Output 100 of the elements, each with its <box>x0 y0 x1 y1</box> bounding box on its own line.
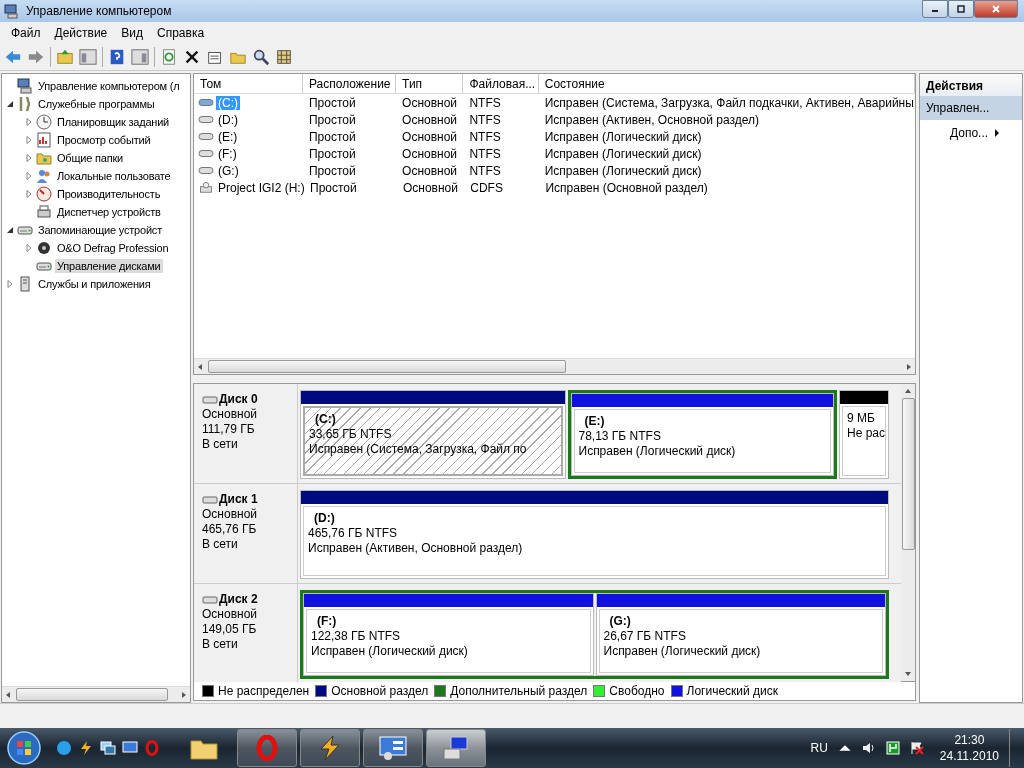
ring-icon[interactable] <box>144 740 160 756</box>
partition-status: Исправен (Логический диск) <box>603 644 761 659</box>
windows-icon[interactable] <box>100 740 116 756</box>
back-icon[interactable] <box>4 48 22 66</box>
table-cell[interactable]: (F:) <box>216 146 239 161</box>
legend-label: Не распределен <box>218 684 310 698</box>
partition-block[interactable]: (E:) 78,13 ГБ NTFS Исправен (Логический диск) <box>570 393 834 476</box>
column-header[interactable]: Файловая... <box>463 74 539 93</box>
table-cell-text: Простой <box>307 163 357 178</box>
table-cell[interactable]: Project IGI2 (H:) <box>216 180 307 195</box>
arrow-up-icon[interactable] <box>904 387 912 395</box>
collapsed-arrow-icon[interactable] <box>25 136 33 144</box>
column-header[interactable]: Тип <box>396 74 464 93</box>
action-link[interactable]: Допо... <box>950 126 989 140</box>
grid-icon[interactable] <box>275 48 293 66</box>
start-button[interactable] <box>6 730 42 766</box>
tree-item[interactable]: Диспетчер устройств <box>55 205 163 219</box>
partition-label: (F:) <box>317 614 337 629</box>
close-button[interactable] <box>974 0 1018 18</box>
taskbar-button[interactable] <box>300 729 360 767</box>
collapsed-arrow-icon[interactable] <box>25 172 33 180</box>
gauge-icon <box>36 186 52 202</box>
collapsed-arrow-icon[interactable] <box>25 154 33 162</box>
partition-block[interactable]: (F:) 122,38 ГБ NTFS Исправен (Логический диск) <box>303 593 594 676</box>
actions-section-header[interactable]: Управлен... <box>920 96 1022 120</box>
collapsed-arrow-icon[interactable] <box>25 190 33 198</box>
table-cell-text: Основной <box>401 180 459 195</box>
arrow-left-icon[interactable] <box>196 362 204 371</box>
arrow-right-icon <box>994 128 1001 138</box>
partition-status: Исправен (Активен, Основной раздел) <box>308 541 523 556</box>
table-cell[interactable]: (E:) <box>216 129 240 144</box>
desktop-icon[interactable] <box>122 740 138 756</box>
tree-item[interactable]: Общие папки <box>55 151 125 165</box>
delete-icon[interactable] <box>183 48 201 66</box>
clock-time[interactable]: 21:30 <box>954 732 985 748</box>
help-icon[interactable] <box>108 48 126 66</box>
horizontal-scrollbar[interactable] <box>2 686 190 702</box>
column-header[interactable]: Расположение <box>302 74 397 93</box>
table-cell-text: Основной <box>401 146 459 161</box>
tree-item[interactable]: Просмотр событий <box>55 133 153 147</box>
tree-item[interactable]: Служебные программы <box>36 97 157 111</box>
tree-item[interactable]: Запоминающие устройст <box>36 223 164 237</box>
maximize-button[interactable] <box>948 0 974 18</box>
clock-date[interactable]: 24.11.2010 <box>939 748 999 764</box>
collapsed-arrow-icon[interactable] <box>25 118 33 126</box>
table-cell[interactable]: (D:) <box>216 112 240 127</box>
arrow-down-icon[interactable] <box>904 670 912 678</box>
printer-icon <box>36 204 52 220</box>
flag-icon[interactable] <box>909 741 924 755</box>
cd-drive-icon <box>198 182 214 193</box>
panel-icon[interactable] <box>79 48 97 66</box>
folder-up-icon[interactable] <box>56 48 74 66</box>
arrow-right-icon[interactable] <box>905 362 913 371</box>
forward-icon[interactable] <box>27 48 45 66</box>
table-cell-text: Исправен (Логический диск) <box>543 129 703 144</box>
table-cell-text: CDFS <box>469 180 504 195</box>
tree-item[interactable]: O&O Defrag Profession <box>55 241 171 255</box>
disk-status: В сети <box>202 637 238 652</box>
menu-item[interactable]: Справка <box>150 26 212 40</box>
lightning-icon[interactable] <box>78 740 94 756</box>
table-cell-text: Простой <box>307 129 357 144</box>
tree-item[interactable]: Локальные пользовате <box>55 169 173 183</box>
horizontal-scrollbar[interactable] <box>194 358 915 374</box>
menu-item[interactable]: Вид <box>114 26 150 40</box>
menu-item[interactable]: Файл <box>4 26 48 40</box>
disk-info-panel[interactable]: Диск 1 Основной 465,76 ГБ В сети <box>194 484 298 583</box>
disk-info-panel[interactable]: Диск 0 Основной 111,79 ГБ В сети <box>194 384 298 483</box>
language-indicator[interactable]: RU <box>810 741 828 755</box>
partition-block[interactable]: (C:) 33,65 ГБ NTFS Исправен (Система, Загрузка, Файл по <box>300 390 566 479</box>
tray-app-icon[interactable] <box>885 741 900 755</box>
table-cell-text: Основной <box>401 112 459 127</box>
vertical-scrollbar[interactable] <box>901 384 915 681</box>
column-header[interactable]: Том <box>194 74 303 93</box>
taskbar-button[interactable] <box>363 729 423 767</box>
partition-block[interactable]: (G:) 26,67 ГБ NTFS Исправен (Логический диск) <box>595 593 886 676</box>
menu-item[interactable]: Действие <box>47 26 115 40</box>
refresh-icon[interactable] <box>160 48 178 66</box>
tree-item[interactable]: Планировщик заданий <box>55 115 172 129</box>
speaker-icon[interactable] <box>861 741 876 755</box>
column-header[interactable]: Состояние <box>538 74 915 93</box>
legend-label: Дополнительный раздел <box>450 684 588 698</box>
panel-icon[interactable] <box>131 48 149 66</box>
arrow-left-icon[interactable] <box>4 690 12 699</box>
table-cell[interactable]: (G:) <box>216 163 241 178</box>
expanded-arrow-icon[interactable] <box>6 226 14 234</box>
partition-block[interactable]: (D:) 465,76 ГБ NTFS Исправен (Активен, Основной раздел) <box>300 490 889 579</box>
disk-info-panel[interactable]: Диск 2 Основной 149,05 ГБ В сети <box>194 584 298 683</box>
partition-block[interactable]: 9 МБ Не рас <box>839 390 889 479</box>
tree-item[interactable]: Управление компьютером (л <box>36 79 182 93</box>
collapsed-arrow-icon[interactable] <box>25 244 33 252</box>
gear-icon <box>36 240 52 256</box>
collapsed-arrow-icon[interactable] <box>6 280 14 288</box>
tree-item[interactable]: Производительность <box>55 187 163 201</box>
minimize-button[interactable] <box>922 0 948 18</box>
tree-item[interactable]: Управление дисками <box>55 259 163 273</box>
taskbar-button[interactable] <box>426 729 486 767</box>
tree-item[interactable]: Службы и приложения <box>36 277 153 291</box>
arrow-right-icon[interactable] <box>180 690 188 699</box>
search-icon[interactable] <box>252 48 270 66</box>
expanded-arrow-icon[interactable] <box>6 100 14 108</box>
